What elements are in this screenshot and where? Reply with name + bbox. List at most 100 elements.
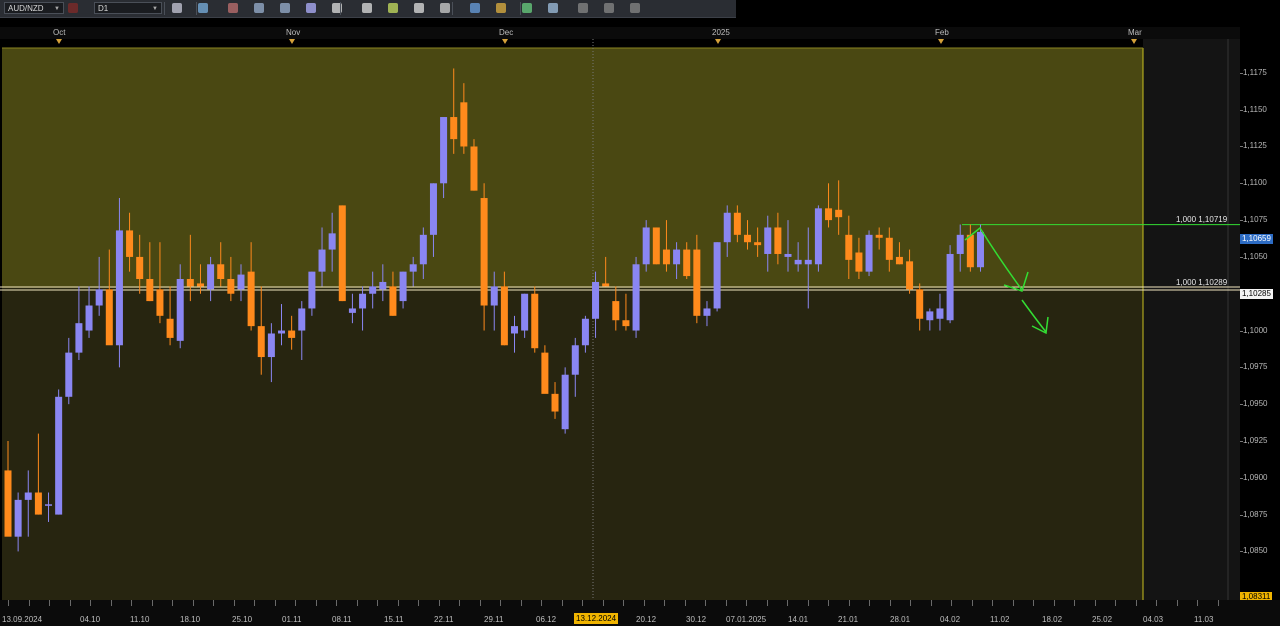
level-price-box: 1,10285 — [1240, 289, 1273, 299]
price-tick-label: 1,1175 — [1243, 67, 1267, 77]
date-tick-label: 04.10 — [80, 615, 101, 624]
price-tick-label: 1,0975 — [1243, 362, 1268, 372]
candle-body — [541, 352, 549, 394]
date-tick-label: 18.10 — [180, 615, 201, 624]
date-tick — [295, 600, 296, 606]
candle-body — [136, 256, 144, 280]
date-tick — [1074, 600, 1075, 606]
candle-body — [845, 234, 853, 260]
price-tick — [1240, 330, 1243, 332]
candle-body — [470, 146, 478, 191]
candle-body — [814, 208, 822, 265]
date-tick — [110, 600, 112, 606]
date-tick — [725, 600, 727, 606]
candle-body — [65, 352, 73, 397]
candle-body — [895, 256, 903, 265]
candle-body — [227, 279, 235, 294]
date-tick-label: 22.11 — [434, 615, 454, 624]
level-label: 1,000 1,10719 — [1176, 214, 1228, 224]
date-tick — [664, 600, 665, 606]
candle-body — [450, 117, 458, 140]
candle-body — [865, 234, 873, 272]
date-tick — [500, 600, 501, 606]
date-tick-label: 04.02 — [940, 615, 961, 624]
date-tick-label: 30.12 — [686, 615, 707, 624]
date-tick — [192, 600, 194, 606]
price-tick-label: 1,1050 — [1243, 251, 1268, 261]
candle-body — [521, 293, 529, 331]
candle-body — [652, 227, 660, 265]
price-tick — [1240, 183, 1243, 185]
candle-body — [703, 308, 711, 316]
date-tick — [172, 600, 173, 606]
price-tick-label: 1,1000 — [1243, 325, 1268, 335]
date-tick-label: 25.10 — [232, 615, 253, 624]
candle-body — [328, 233, 336, 250]
candle-body — [784, 253, 792, 257]
price-tick — [1240, 514, 1243, 516]
candle-body — [632, 264, 640, 331]
date-tick — [336, 600, 337, 606]
date-tick — [951, 600, 952, 606]
date-tick — [377, 600, 378, 606]
price-tick — [1240, 256, 1243, 258]
date-tick — [848, 600, 850, 606]
candle-body — [399, 271, 407, 302]
date-tick-label: 08.11 — [332, 615, 352, 624]
date-tick-label: 25.02 — [1092, 615, 1113, 624]
candle-body — [298, 308, 306, 331]
candle-body — [429, 183, 437, 235]
price-tick-label: 1,0875 — [1243, 509, 1268, 519]
date-tick-label: 21.01 — [838, 615, 859, 624]
candle-body — [754, 242, 762, 246]
candle-body — [278, 330, 286, 334]
candle-body — [936, 308, 944, 319]
price-tick-label: 1,0950 — [1243, 399, 1268, 409]
candle-body — [196, 283, 204, 287]
date-tick — [889, 600, 891, 606]
date-tick — [971, 600, 973, 606]
candle-body — [764, 227, 772, 254]
date-tick — [787, 600, 788, 606]
date-tick — [1012, 600, 1014, 606]
date-tick — [992, 600, 993, 606]
current-price-box: 1,10659 — [1240, 234, 1273, 244]
date-tick — [418, 600, 419, 606]
date-tick — [828, 600, 829, 606]
candle-body — [34, 492, 42, 515]
candle-body — [662, 249, 670, 265]
candle-body — [166, 318, 174, 338]
price-chart[interactable] — [0, 0, 1240, 600]
candle-body — [460, 102, 468, 147]
date-tick — [1156, 600, 1157, 606]
candle-body — [318, 249, 326, 272]
date-tick — [910, 600, 911, 606]
date-tick — [254, 600, 255, 606]
date-tick — [746, 600, 747, 606]
date-tick-label: 11.03 — [1194, 615, 1214, 624]
date-tick-label: 11.10 — [130, 615, 150, 624]
date-tick — [479, 600, 481, 606]
date-tick — [356, 600, 358, 606]
price-tick-label: 1,1125 — [1243, 141, 1267, 151]
candle-body — [4, 470, 12, 537]
candle-body — [571, 345, 579, 375]
candle-body — [369, 286, 377, 294]
candle-body — [733, 212, 741, 235]
date-tick-label: 20.12 — [636, 615, 657, 624]
candle-body — [713, 242, 721, 309]
date-tick — [684, 600, 686, 606]
date-tick — [869, 600, 870, 606]
date-tick — [807, 600, 809, 606]
candle-body — [743, 234, 751, 243]
candle-body — [875, 234, 883, 238]
date-tick-label: 18.02 — [1042, 615, 1063, 624]
date-tick — [1135, 600, 1137, 606]
candle-body — [551, 393, 559, 412]
candle-body — [581, 318, 589, 346]
price-tick — [1240, 477, 1243, 479]
candle-body — [247, 271, 255, 327]
date-tick — [1094, 600, 1096, 606]
date-tick — [49, 600, 50, 606]
candle-body — [612, 301, 620, 321]
